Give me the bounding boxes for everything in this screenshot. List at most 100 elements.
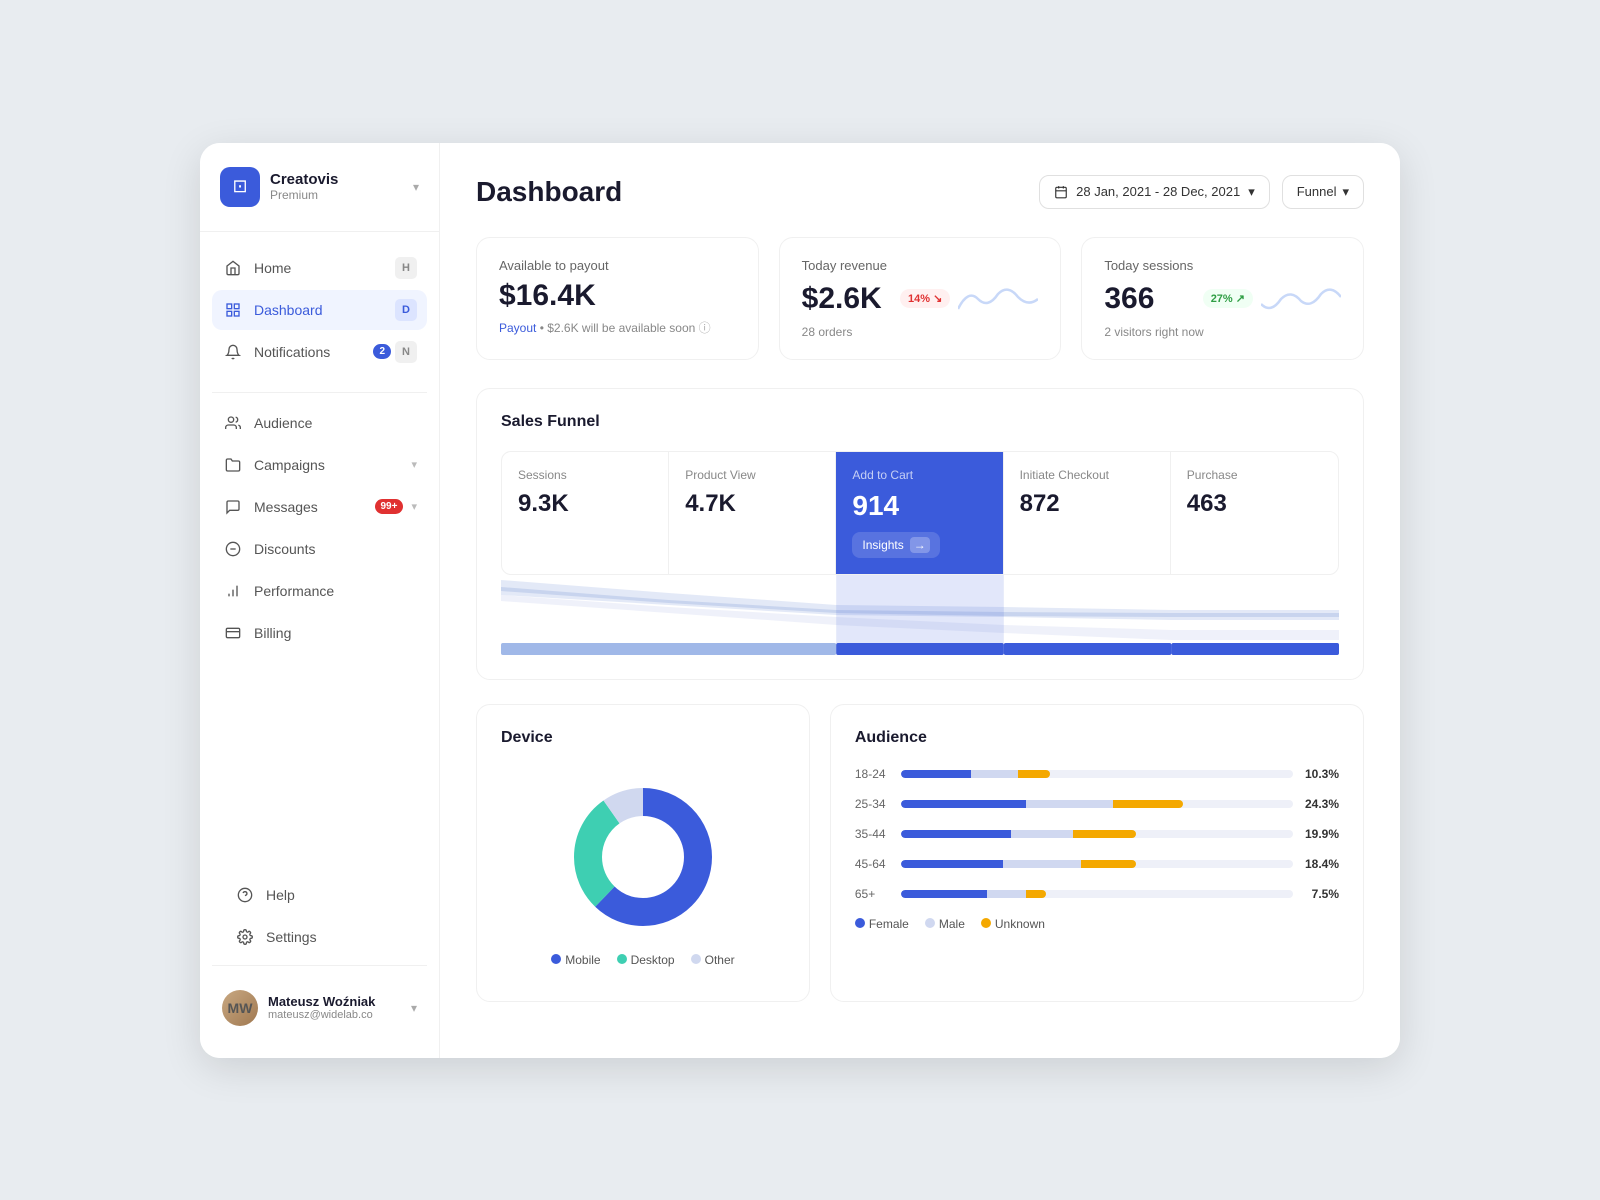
sidebar-item-dashboard-label: Dashboard xyxy=(254,302,395,318)
sales-funnel-title: Sales Funnel xyxy=(501,413,1339,431)
funnel-col-purchase: Purchase 463 xyxy=(1171,452,1338,574)
audience-age-25-34: 25-34 xyxy=(855,797,891,811)
sidebar-item-notifications[interactable]: Notifications 2 N xyxy=(212,332,427,372)
sidebar-item-dashboard[interactable]: Dashboard D xyxy=(212,290,427,330)
funnel-chevron-icon: ▾ xyxy=(1342,184,1349,200)
date-range-label: 28 Jan, 2021 - 28 Dec, 2021 xyxy=(1076,184,1240,199)
funnel-visual xyxy=(501,575,1339,655)
sidebar-item-home[interactable]: Home H xyxy=(212,248,427,288)
funnel-col-checkout: Initiate Checkout 872 xyxy=(1004,452,1171,574)
discounts-icon xyxy=(222,538,244,560)
brand-icon: ⊡ xyxy=(220,167,260,207)
user-name: Mateusz Woźniak xyxy=(268,994,411,1009)
help-icon xyxy=(234,884,256,906)
sidebar: ⊡ Creatovis Premium ▾ Home H Dashboard D xyxy=(200,143,440,1058)
stat-card-revenue: Today revenue $2.6K 14% ↘ 28 orders xyxy=(779,237,1062,360)
device-donut-wrap: Mobile Desktop Other xyxy=(501,767,785,977)
sidebar-item-performance[interactable]: Performance xyxy=(212,571,427,611)
settings-icon xyxy=(234,926,256,948)
legend-mobile: Mobile xyxy=(551,953,600,967)
dashboard-icon xyxy=(222,299,244,321)
insights-button[interactable]: Insights → xyxy=(852,532,939,558)
sidebar-item-campaigns-label: Campaigns xyxy=(254,457,407,473)
funnel-col-addtocart-label: Add to Cart xyxy=(852,468,986,482)
stat-value-payout: $16.4K xyxy=(499,279,736,313)
audience-legend: Female Male Unknown xyxy=(855,917,1339,931)
user-chevron-icon: ▾ xyxy=(411,1001,417,1015)
sidebar-item-help[interactable]: Help xyxy=(224,875,415,915)
date-picker-button[interactable]: 28 Jan, 2021 - 28 Dec, 2021 ▾ xyxy=(1039,175,1270,209)
avatar: MW xyxy=(222,990,258,1026)
brand-plan: Premium xyxy=(270,188,413,202)
sidebar-item-help-label: Help xyxy=(266,887,405,903)
audience-icon xyxy=(222,412,244,434)
sidebar-item-settings-label: Settings xyxy=(266,929,405,945)
device-title: Device xyxy=(501,729,785,747)
sessions-badge: 27% ↗ xyxy=(1203,289,1253,308)
brand-name: Creatovis xyxy=(270,171,413,188)
revenue-chart xyxy=(958,279,1038,319)
messages-chevron-icon: ▾ xyxy=(411,500,417,513)
stat-sub-payout: Payout • $2.6K will be available soon ⓘ xyxy=(499,319,736,336)
header-controls: 28 Jan, 2021 - 28 Dec, 2021 ▾ Funnel ▾ xyxy=(1039,175,1364,209)
legend-desktop: Desktop xyxy=(617,953,675,967)
funnel-col-productview-value: 4.7K xyxy=(685,490,819,518)
funnel-col-purchase-value: 463 xyxy=(1187,490,1322,518)
funnel-label: Funnel xyxy=(1297,184,1337,199)
audience-pct-25-34: 24.3% xyxy=(1303,797,1339,811)
brand[interactable]: ⊡ Creatovis Premium ▾ xyxy=(200,167,439,232)
sidebar-item-audience[interactable]: Audience xyxy=(212,403,427,443)
stat-card-sessions: Today sessions 366 27% ↗ 2 visitors righ… xyxy=(1081,237,1364,360)
user-email: mateusz@widelab.co xyxy=(268,1009,411,1021)
brand-chevron-icon: ▾ xyxy=(413,180,419,194)
main-content: Dashboard 28 Jan, 2021 - 28 Dec, 2021 ▾ … xyxy=(440,143,1400,1058)
page-title: Dashboard xyxy=(476,176,622,208)
stat-card-payout: Available to payout $16.4K Payout • $2.6… xyxy=(476,237,759,360)
audience-row-18-24: 18-24 10.3% xyxy=(855,767,1339,781)
audience-pct-35-44: 19.9% xyxy=(1303,827,1339,841)
funnel-col-sessions-value: 9.3K xyxy=(518,490,652,518)
sessions-chart xyxy=(1261,279,1341,319)
funnel-button[interactable]: Funnel ▾ xyxy=(1282,175,1364,209)
bottom-row: Device Mobile Desktop Other xyxy=(476,704,1364,1026)
sidebar-item-discounts-label: Discounts xyxy=(254,541,417,557)
campaigns-chevron-icon: ▾ xyxy=(411,458,417,471)
funnel-col-addtocart: Add to Cart 914 Insights → xyxy=(836,452,1003,574)
payout-link[interactable]: Payout xyxy=(499,321,536,335)
sidebar-item-discounts[interactable]: Discounts xyxy=(212,529,427,569)
audience-row-45-64: 45-64 18.4% xyxy=(855,857,1339,871)
audience-age-35-44: 35-44 xyxy=(855,827,891,841)
stat-label-revenue: Today revenue xyxy=(802,258,1039,273)
funnel-col-sessions-label: Sessions xyxy=(518,468,652,482)
performance-icon xyxy=(222,580,244,602)
audience-age-45-64: 45-64 xyxy=(855,857,891,871)
funnel-col-sessions: Sessions 9.3K xyxy=(502,452,669,574)
audience-rows: 18-24 10.3% 25-34 xyxy=(855,767,1339,901)
funnel-col-addtocart-value: 914 xyxy=(852,490,986,522)
notifications-icon xyxy=(222,341,244,363)
notifications-badge: 2 xyxy=(373,344,391,359)
stat-sub-revenue: 28 orders xyxy=(802,325,1039,339)
sidebar-item-home-label: Home xyxy=(254,260,395,276)
billing-icon xyxy=(222,622,244,644)
insights-arrow-icon: → xyxy=(910,537,930,553)
device-donut-chart xyxy=(563,777,723,937)
sidebar-item-settings[interactable]: Settings xyxy=(224,917,415,957)
sidebar-item-notifications-label: Notifications xyxy=(254,344,373,360)
device-legend: Mobile Desktop Other xyxy=(551,953,734,967)
audience-age-18-24: 18-24 xyxy=(855,767,891,781)
sidebar-item-billing[interactable]: Billing xyxy=(212,613,427,653)
sales-funnel-card: Sales Funnel Sessions 9.3K Product View … xyxy=(476,388,1364,680)
legend-female: Female xyxy=(855,917,909,931)
sidebar-item-messages[interactable]: Messages 99+ ▾ xyxy=(212,487,427,527)
messages-badge: 99+ xyxy=(375,499,404,514)
device-card: Device Mobile Desktop Other xyxy=(476,704,810,1002)
stat-label-sessions: Today sessions xyxy=(1104,258,1341,273)
audience-row-25-34: 25-34 24.3% xyxy=(855,797,1339,811)
sidebar-item-billing-label: Billing xyxy=(254,625,417,641)
sidebar-item-campaigns[interactable]: Campaigns ▾ xyxy=(212,445,427,485)
user-profile[interactable]: MW Mateusz Woźniak mateusz@widelab.co ▾ xyxy=(212,982,427,1034)
sidebar-item-messages-label: Messages xyxy=(254,499,375,515)
messages-icon xyxy=(222,496,244,518)
stat-value-revenue: $2.6K xyxy=(802,282,882,316)
